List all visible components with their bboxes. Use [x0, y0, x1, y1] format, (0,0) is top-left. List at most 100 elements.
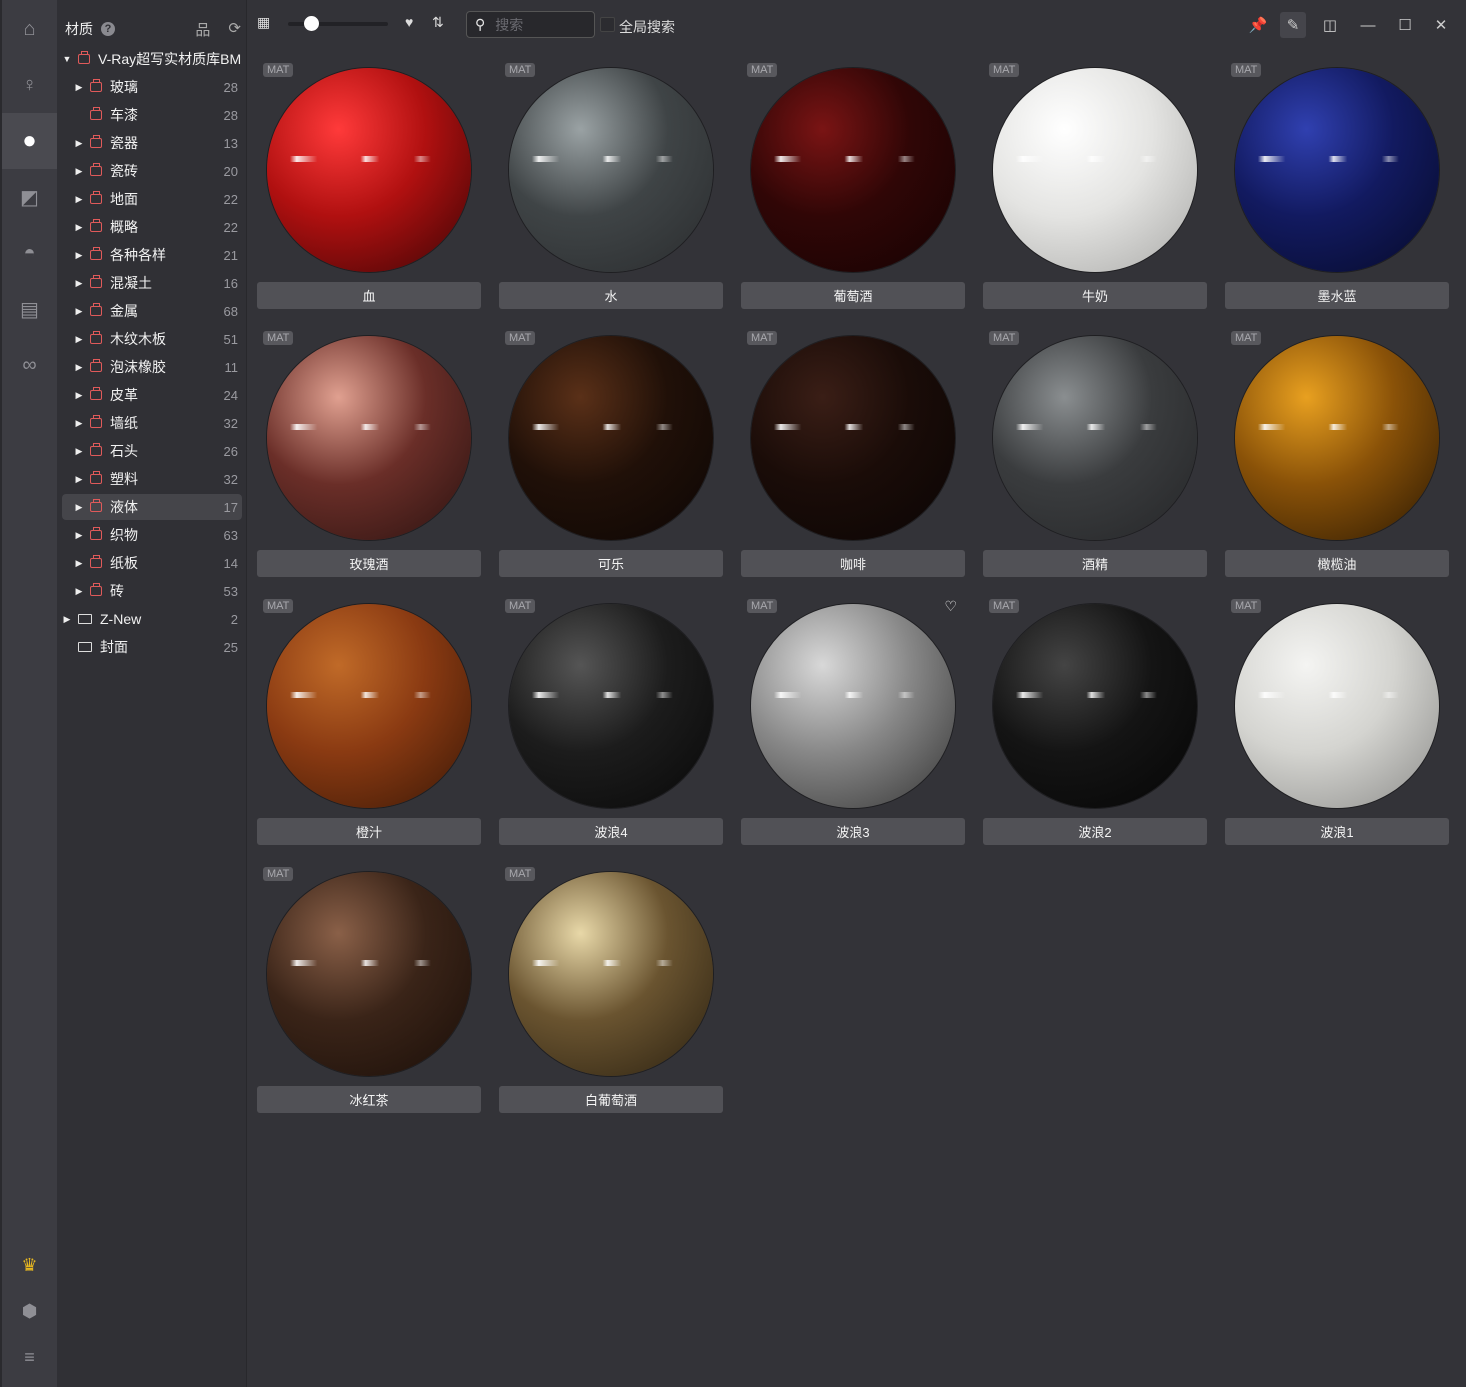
caret-right-icon[interactable]: ▶: [74, 250, 84, 261]
tree-item[interactable]: ▶ 皮革 24: [62, 382, 242, 408]
material-name[interactable]: 冰红茶: [257, 1086, 481, 1113]
material-card[interactable]: MAT 酒精: [983, 328, 1207, 578]
material-preview[interactable]: [1235, 68, 1439, 272]
caret-right-icon[interactable]: ▶: [74, 306, 84, 317]
pin-icon[interactable]: 📌: [1245, 12, 1271, 38]
material-preview[interactable]: [509, 336, 713, 540]
help-icon[interactable]: ?: [101, 22, 115, 36]
search-box[interactable]: ⚲: [466, 11, 595, 38]
menu-button[interactable]: ≡: [2, 1329, 57, 1385]
refresh-icon[interactable]: ⟳: [228, 19, 241, 40]
caret-right-icon[interactable]: ▶: [74, 558, 84, 569]
material-card[interactable]: MAT 橄榄油: [1225, 328, 1449, 578]
material-name[interactable]: 波浪1: [1225, 818, 1449, 845]
caret-right-icon[interactable]: ▶: [74, 278, 84, 289]
search-input[interactable]: [495, 16, 576, 33]
tree-item[interactable]: ▶ 玻璃 28: [62, 74, 242, 100]
grid-view-icon[interactable]: ▦: [257, 14, 270, 31]
material-name[interactable]: 波浪2: [983, 818, 1207, 845]
minimize-icon[interactable]: —: [1355, 12, 1381, 38]
infinity-nav-button[interactable]: ∞: [2, 337, 57, 393]
tree-item[interactable]: 封面 25: [62, 634, 242, 660]
material-card[interactable]: MAT 血: [257, 60, 481, 310]
material-card[interactable]: MAT ♡ 波浪3: [741, 596, 965, 846]
material-name[interactable]: 咖啡: [741, 550, 965, 577]
material-name[interactable]: 葡萄酒: [741, 282, 965, 309]
caret-right-icon[interactable]: ▶: [74, 362, 84, 373]
favorites-heart-icon[interactable]: ♥: [405, 14, 413, 30]
global-search-label[interactable]: 全局搜索: [619, 17, 675, 37]
material-preview[interactable]: [993, 604, 1197, 808]
tree-item[interactable]: ▶ 墙纸 32: [62, 410, 242, 436]
tree-item[interactable]: ▼ V-Ray超写实材质库BM: [62, 46, 242, 72]
tree-item[interactable]: 车漆 28: [62, 102, 242, 128]
caret-right-icon[interactable]: ▶: [62, 614, 72, 625]
caret-right-icon[interactable]: ▶: [74, 138, 84, 149]
material-preview[interactable]: [509, 872, 713, 1076]
material-preview[interactable]: [267, 336, 471, 540]
material-card[interactable]: MAT 可乐: [499, 328, 723, 578]
tree-item[interactable]: ▶ 概略 22: [62, 214, 242, 240]
material-card[interactable]: MAT 橙汁: [257, 596, 481, 846]
tree-item[interactable]: ▶ 塑料 32: [62, 466, 242, 492]
material-name[interactable]: 可乐: [499, 550, 723, 577]
material-card[interactable]: MAT 白葡萄酒: [499, 864, 723, 1114]
material-card[interactable]: MAT 墨水蓝: [1225, 60, 1449, 310]
material-card[interactable]: MAT 冰红茶: [257, 864, 481, 1114]
maximize-icon[interactable]: ☐: [1392, 12, 1418, 38]
texture-nav-button[interactable]: ◩: [2, 169, 57, 225]
material-preview[interactable]: [751, 336, 955, 540]
tree-item[interactable]: ▶ 混凝土 16: [62, 270, 242, 296]
sort-icon[interactable]: ⇅: [432, 14, 444, 31]
tree-item[interactable]: ▶ 泡沫橡胶 11: [62, 354, 242, 380]
tree-item[interactable]: ▶ 石头 26: [62, 438, 242, 464]
tree-item[interactable]: ▶ 瓷砖 20: [62, 158, 242, 184]
material-preview[interactable]: [509, 68, 713, 272]
material-name[interactable]: 牛奶: [983, 282, 1207, 309]
caret-right-icon[interactable]: ▶: [74, 502, 84, 513]
material-preview[interactable]: [993, 336, 1197, 540]
caret-right-icon[interactable]: ▶: [74, 334, 84, 345]
hdri-dome-nav-button[interactable]: ◓: [2, 225, 57, 281]
caret-right-icon[interactable]: ▶: [74, 446, 84, 457]
slider-knob[interactable]: [304, 16, 319, 31]
caret-down-icon[interactable]: ▼: [62, 54, 72, 64]
material-preview[interactable]: [1235, 336, 1439, 540]
material-card[interactable]: MAT 咖啡: [741, 328, 965, 578]
material-preview[interactable]: [1235, 604, 1439, 808]
material-name[interactable]: 墨水蓝: [1225, 282, 1449, 309]
caret-right-icon[interactable]: ▶: [74, 166, 84, 177]
tree-item[interactable]: ▶ 瓷器 13: [62, 130, 242, 156]
material-name[interactable]: 橄榄油: [1225, 550, 1449, 577]
material-name[interactable]: 波浪4: [499, 818, 723, 845]
hierarchy-icon[interactable]: 品: [195, 19, 210, 40]
material-card[interactable]: MAT 波浪2: [983, 596, 1207, 846]
edit-icon[interactable]: ✎: [1280, 12, 1306, 38]
caret-right-icon[interactable]: ▶: [74, 586, 84, 597]
favorite-heart-icon[interactable]: ♡: [944, 598, 957, 615]
material-preview[interactable]: [267, 604, 471, 808]
tree-item[interactable]: ▶ 砖 53: [62, 578, 242, 604]
tree-item[interactable]: ▶ 金属 68: [62, 298, 242, 324]
material-card[interactable]: MAT 牛奶: [983, 60, 1207, 310]
material-preview[interactable]: [267, 872, 471, 1076]
material-name[interactable]: 白葡萄酒: [499, 1086, 723, 1113]
caret-right-icon[interactable]: ▶: [74, 418, 84, 429]
tree-item[interactable]: ▶ 各种各样 21: [62, 242, 242, 268]
material-name[interactable]: 橙汁: [257, 818, 481, 845]
script-nav-button[interactable]: ▤: [2, 281, 57, 337]
tree-item[interactable]: ▶ 织物 63: [62, 522, 242, 548]
material-card[interactable]: MAT 玫瑰酒: [257, 328, 481, 578]
material-sphere-nav-button[interactable]: ●: [2, 113, 57, 169]
material-name[interactable]: 水: [499, 282, 723, 309]
tree-item[interactable]: ▶ 木纹木板 51: [62, 326, 242, 352]
material-card[interactable]: MAT 水: [499, 60, 723, 310]
material-name[interactable]: 酒精: [983, 550, 1207, 577]
material-preview[interactable]: [751, 604, 955, 808]
material-name[interactable]: 玫瑰酒: [257, 550, 481, 577]
caret-right-icon[interactable]: ▶: [74, 474, 84, 485]
caret-right-icon[interactable]: ▶: [74, 530, 84, 541]
material-card[interactable]: MAT 波浪1: [1225, 596, 1449, 846]
material-card[interactable]: MAT 波浪4: [499, 596, 723, 846]
tree-item[interactable]: ▶ 纸板 14: [62, 550, 242, 576]
